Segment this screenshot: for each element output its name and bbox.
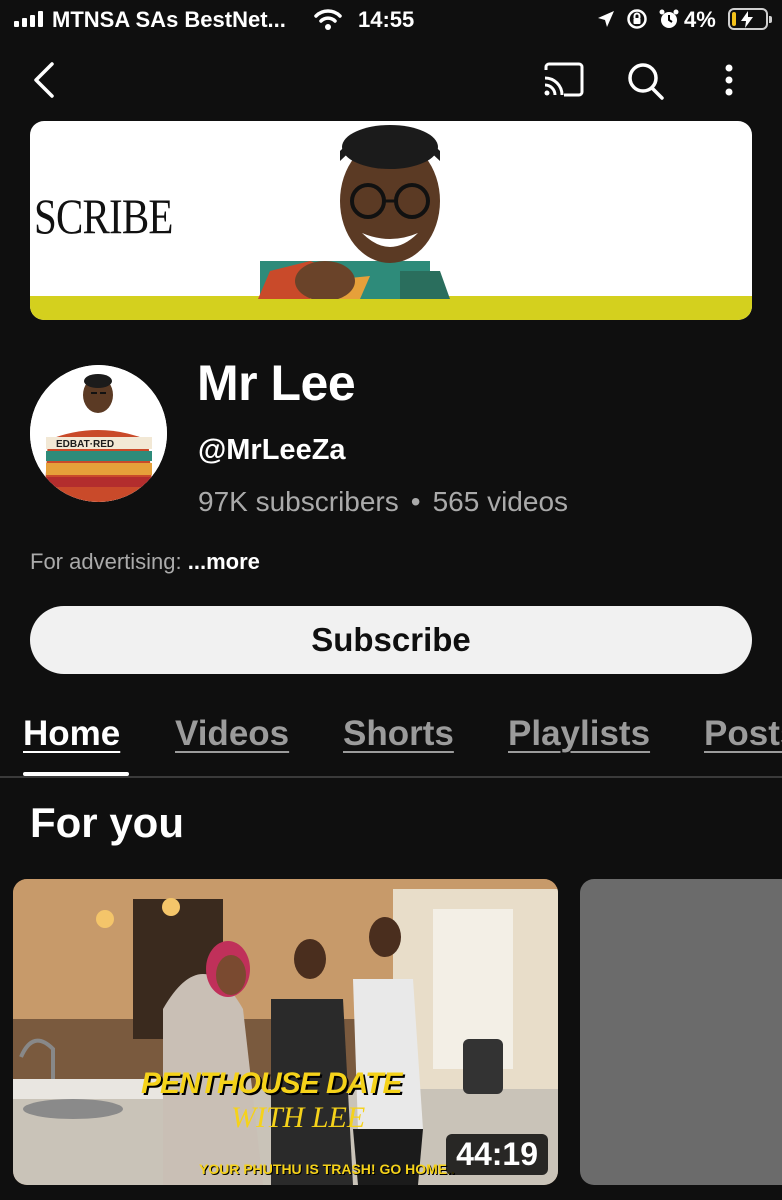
wifi-icon	[314, 8, 342, 36]
alarm-icon	[658, 8, 680, 36]
channel-name: Mr Lee	[197, 355, 356, 411]
channel-avatar[interactable]: EDBAT·RED	[30, 365, 167, 502]
location-icon	[596, 9, 616, 35]
tab-shorts[interactable]: Shorts	[343, 714, 454, 754]
more-options-button[interactable]	[712, 60, 746, 102]
cast-icon	[544, 62, 584, 97]
tab-videos[interactable]: Videos	[175, 714, 289, 754]
video-card[interactable]: PENTHOUSE DATE WITH LEE YOUR PHUTHU IS T…	[13, 879, 558, 1185]
banner-stripe	[30, 296, 752, 320]
subscriber-count: 97K subscribers	[198, 486, 399, 517]
channel-description[interactable]: For advertising: ...more	[30, 549, 260, 575]
description-text: For advertising:	[30, 549, 182, 574]
tab-posts[interactable]: Posts	[704, 714, 782, 754]
video-count: 565 videos	[432, 486, 569, 517]
thumbnail-caption: YOUR PHUTHU IS TRASH! GO HOME..	[199, 1161, 455, 1177]
thumbnail-title: PENTHOUSE DATE	[141, 1067, 402, 1100]
channel-handle: @MrLeeZa	[198, 434, 346, 466]
tab-home[interactable]: Home	[23, 714, 120, 754]
top-nav	[0, 48, 782, 112]
next-video-card[interactable]	[580, 879, 782, 1185]
search-button[interactable]	[624, 60, 668, 102]
status-bar: MTNSA SAs BestNet... 14:55 4%	[0, 0, 782, 40]
more-vert-icon	[725, 64, 733, 96]
battery-percent: 4%	[684, 7, 716, 32]
back-button[interactable]	[28, 58, 64, 102]
back-icon	[34, 62, 54, 98]
svg-text:EDBAT·RED: EDBAT·RED	[56, 439, 114, 450]
subscribe-button[interactable]: Subscribe	[30, 606, 752, 674]
channel-tabs: Home Videos Shorts Playlists Posts	[0, 706, 782, 778]
clock: 14:55	[358, 7, 415, 32]
more-link[interactable]: ...more	[182, 549, 260, 574]
banner-person-image	[258, 125, 450, 299]
active-tab-indicator	[23, 772, 129, 776]
search-icon	[628, 63, 664, 100]
stats-separator: •	[410, 486, 421, 517]
tab-playlists[interactable]: Playlists	[508, 714, 650, 754]
carrier-name: MTNSA SAs BestNet...	[52, 7, 286, 32]
channel-stats: 97K subscribers • 565 videos	[198, 486, 568, 518]
cast-button[interactable]	[540, 60, 586, 100]
orientation-lock-icon	[626, 8, 648, 36]
thumbnail-subtitle: WITH LEE	[231, 1101, 366, 1134]
signal-icon	[14, 11, 43, 27]
channel-banner: SCRIBE	[30, 121, 752, 320]
section-title: For you	[30, 799, 184, 846]
video-duration-badge: 44:19	[446, 1134, 548, 1175]
battery-icon	[728, 8, 772, 30]
banner-text: SCRIBE	[34, 188, 173, 244]
